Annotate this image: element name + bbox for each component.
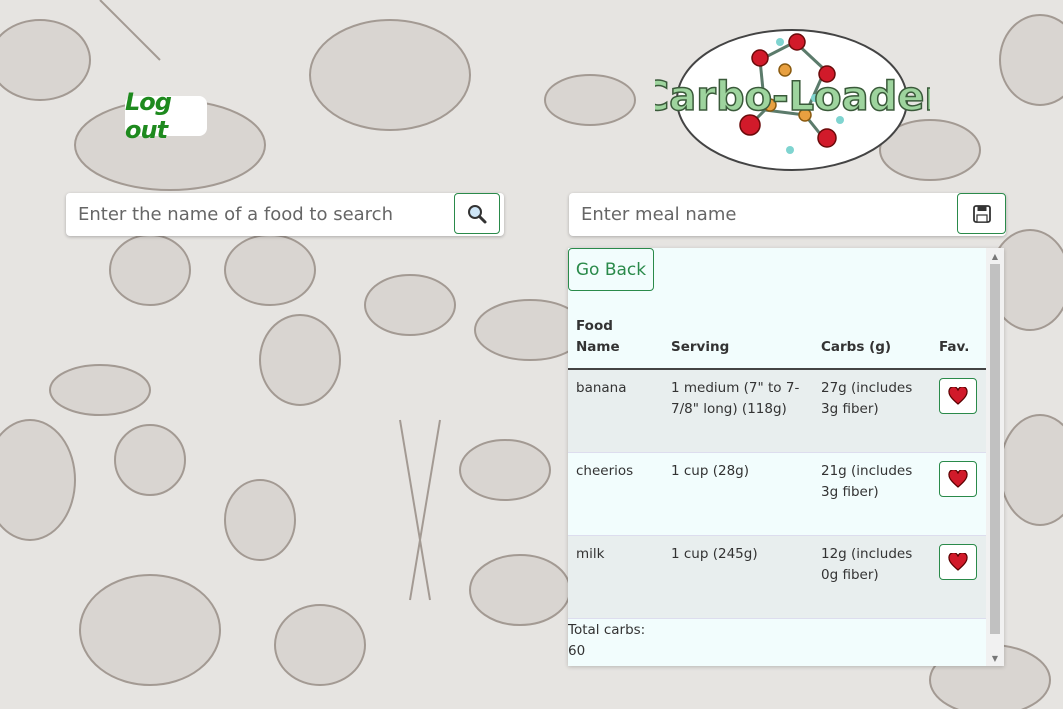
serving-cell: 1 cup (28g) [663,452,813,536]
food-name-cell: milk [568,535,663,619]
scroll-up-arrow-icon[interactable]: ▲ [986,248,1004,264]
heart-icon [948,552,968,571]
column-header-food: Food Name [568,308,663,370]
logout-button[interactable]: Log out [125,88,207,144]
serving-cell: 1 cup (245g) [663,535,813,619]
food-name-cell: banana [568,369,663,453]
meal-name-input[interactable] [569,193,955,236]
meal-table: Food Name Serving Carbs (g) Fav. banana … [568,308,986,619]
panel-scrollbar[interactable]: ▲ ▼ [986,248,1004,666]
scroll-down-arrow-icon[interactable]: ▼ [986,650,1004,666]
column-header-fav: Fav. [931,308,986,370]
meal-panel: Go Back Food Name Serving Carbs (g) Fav.… [568,248,1004,666]
total-carbs-value: 60 [568,643,586,659]
favorite-button[interactable] [939,460,977,497]
meal-name-bar [569,193,1006,236]
save-meal-button[interactable] [957,193,1006,234]
app-logo: Carbo-Loader [639,20,945,175]
total-carbs-label: Total carbs: [568,622,646,638]
food-name-cell: cheerios [568,452,663,536]
table-row: cheerios 1 cup (28g) 21g (includes 3g fi… [568,452,986,536]
food-search-input[interactable] [66,193,452,236]
heart-icon [948,387,968,405]
favorite-button[interactable] [939,378,977,414]
table-row: milk 1 cup (245g) 12g (includes 0g fiber… [568,535,986,619]
heart-icon [948,469,968,488]
carbs-cell: 12g (includes 0g fiber) [813,535,931,619]
scrollbar-thumb[interactable] [990,264,1000,634]
floppy-disk-icon [972,204,991,223]
carbs-cell: 21g (includes 3g fiber) [813,452,931,536]
column-header-serving: Serving [663,308,813,370]
magnifier-icon [468,204,487,223]
logo-text: Carbo-Loader [655,74,930,120]
favorite-button[interactable] [939,543,977,580]
table-row: banana 1 medium (7" to 7-7/8" long) (118… [568,369,986,453]
serving-cell: 1 medium (7" to 7-7/8" long) (118g) [663,369,813,453]
carbs-cell: 27g (includes 3g fiber) [813,369,931,453]
go-back-button[interactable]: Go Back [568,248,654,291]
search-button[interactable] [454,193,500,234]
total-carbs: Total carbs: 60 [568,620,668,662]
food-search-bar [66,193,504,236]
column-header-carbs: Carbs (g) [813,308,931,370]
